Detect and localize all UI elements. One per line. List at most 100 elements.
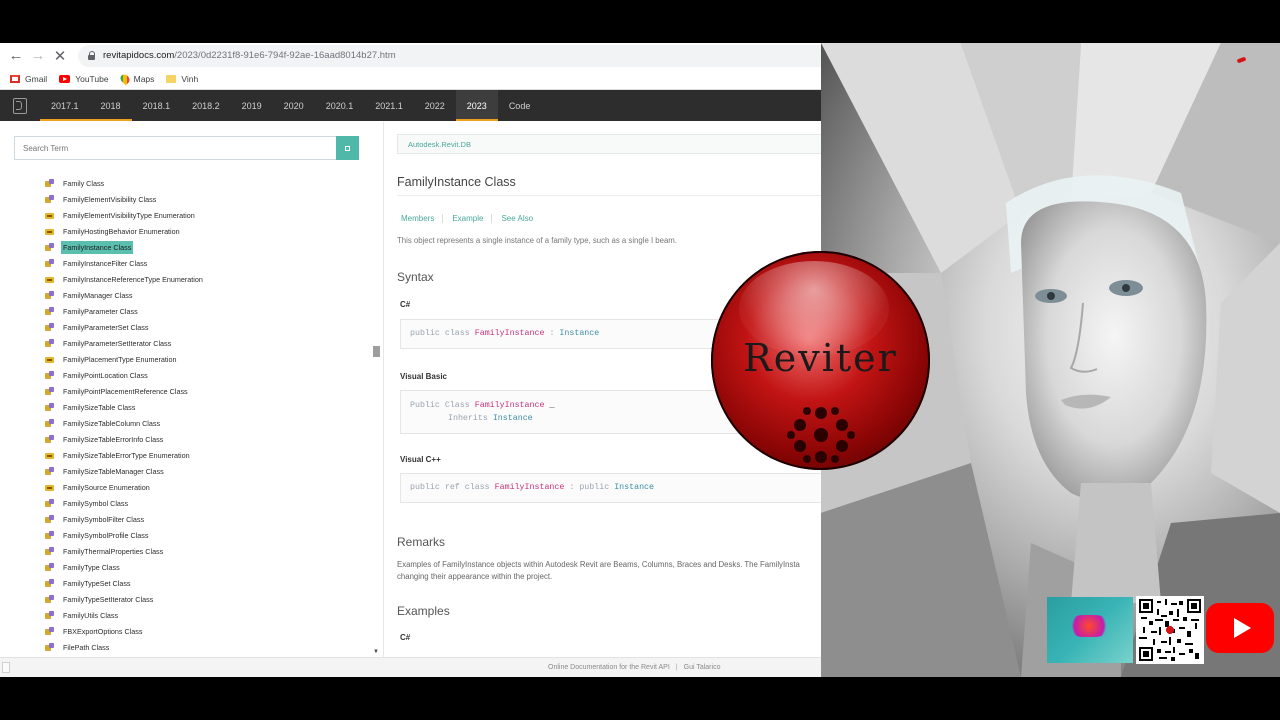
tree-item-label[interactable]: FamilyThermalProperties Class: [61, 545, 165, 558]
version-tab-2023[interactable]: 2023: [455, 90, 498, 121]
code-link[interactable]: Code: [498, 90, 542, 121]
version-tab-2018-1[interactable]: 2018.1: [132, 90, 182, 121]
tree-item-label[interactable]: FamilyParameterSetIterator Class: [61, 337, 173, 350]
tree-item-label[interactable]: FamilyParameter Class: [61, 305, 140, 318]
tree-item[interactable]: FamilyParameter Class: [45, 303, 371, 319]
tree-item-label[interactable]: FamilyTypeSet Class: [61, 577, 133, 590]
tree-item-label[interactable]: FamilyPlacementType Enumeration: [61, 353, 178, 366]
version-tab-2018-2[interactable]: 2018.2: [181, 90, 231, 121]
tree-item-label[interactable]: FamilyInstanceReferenceType Enumeration: [61, 273, 205, 286]
tree-item[interactable]: Family Class: [45, 175, 371, 191]
back-button[interactable]: ←: [6, 46, 26, 66]
tree-item[interactable]: FamilySizeTable Class: [45, 399, 371, 415]
code-base-link[interactable]: Instance: [559, 329, 599, 338]
tree-item[interactable]: FamilySymbolFilter Class: [45, 511, 371, 527]
home-link[interactable]: [0, 90, 40, 121]
tree-item[interactable]: FamilyInstanceReferenceType Enumeration: [45, 271, 371, 287]
tree-item-label[interactable]: FamilySizeTableErrorInfo Class: [61, 433, 165, 446]
tree-item[interactable]: FamilyElementVisibility Class: [45, 191, 371, 207]
tree-item-label[interactable]: FamilySizeTable Class: [61, 401, 137, 414]
tree-item-label[interactable]: FamilySymbolFilter Class: [61, 513, 146, 526]
bookmark-vinh[interactable]: Vinh: [166, 74, 198, 84]
tree-item-label[interactable]: FamilySymbol Class: [61, 497, 130, 510]
footer-author-link[interactable]: Gui Talarico: [684, 664, 721, 671]
tree-item[interactable]: FamilyTypeSetIterator Class: [45, 591, 371, 607]
tree-item-label[interactable]: FamilyTypeSetIterator Class: [61, 593, 155, 606]
tree-item-label[interactable]: FamilyInstanceFilter Class: [61, 257, 149, 270]
tab-example[interactable]: Example: [448, 214, 493, 223]
tree-item-label[interactable]: FamilyParameterSet Class: [61, 321, 150, 334]
version-tab-2017-1[interactable]: 2017.1: [40, 90, 90, 121]
version-tab-2020[interactable]: 2020: [273, 90, 315, 121]
tree-item[interactable]: FamilySizeTableErrorType Enumeration: [45, 447, 371, 463]
version-tab-2022[interactable]: 2022: [414, 90, 456, 121]
footer-text: Online Documentation for the Revit API | G…: [548, 664, 720, 671]
version-tab-2018[interactable]: 2018: [89, 90, 132, 121]
sidebar-scrollbar-thumb[interactable]: [373, 346, 380, 357]
tree-item-label[interactable]: FamilyType Class: [61, 561, 122, 574]
tree-item-label[interactable]: FamilySizeTableManager Class: [61, 465, 166, 478]
version-tab-2020-1[interactable]: 2020.1: [315, 90, 365, 121]
tree-item[interactable]: FamilySizeTableErrorInfo Class: [45, 431, 371, 447]
version-tab-2019[interactable]: 2019: [231, 90, 273, 121]
tree-item-label[interactable]: Family Class: [61, 177, 106, 190]
tree-item-label[interactable]: FamilyElementVisibilityType Enumeration: [61, 209, 197, 222]
tree-item-label[interactable]: FamilyManager Class: [61, 289, 135, 302]
tree-item-label[interactable]: FamilySource Enumeration: [61, 481, 152, 494]
tree-item[interactable]: FamilyPlacementType Enumeration: [45, 351, 371, 367]
version-label: 2023: [466, 100, 487, 111]
tree-item[interactable]: FamilySymbolProfile Class: [45, 527, 371, 543]
tree-item[interactable]: FamilySource Enumeration: [45, 479, 371, 495]
code-base-link[interactable]: Instance: [614, 483, 654, 492]
url-bar[interactable]: revitapidocs.com/2023/0d2231f8-91e6-794f…: [78, 44, 821, 67]
tree-item-label[interactable]: FamilyPointLocation Class: [61, 369, 150, 382]
tree-item[interactable]: FamilySizeTableColumn Class: [45, 415, 371, 431]
enum-icon: [45, 355, 55, 364]
tree-item[interactable]: FamilyTypeSet Class: [45, 575, 371, 591]
class-icon: [45, 578, 55, 588]
tree-item[interactable]: FamilySizeTableManager Class: [45, 463, 371, 479]
tree-item[interactable]: FamilyParameterSet Class: [45, 319, 371, 335]
tree-item[interactable]: FamilyThermalProperties Class: [45, 543, 371, 559]
tree-item-label[interactable]: FamilyInstance Class: [61, 240, 134, 254]
version-tab-2021-1[interactable]: 2021.1: [364, 90, 414, 121]
bookmark-maps[interactable]: Maps: [118, 72, 154, 85]
tree-item-label[interactable]: FBXExportOptions Class: [61, 625, 145, 638]
breadcrumb[interactable]: Autodesk.Revit.DB: [397, 134, 821, 154]
tree-item[interactable]: FamilyPointPlacementReference Class: [45, 383, 371, 399]
tree-item-label[interactable]: FamilyHostingBehavior Enumeration: [61, 225, 182, 238]
tree-item-label[interactable]: FamilySymbolProfile Class: [61, 529, 150, 542]
code-base-link[interactable]: Instance: [493, 414, 533, 423]
forward-button[interactable]: →: [28, 46, 48, 66]
breadcrumb-namespace[interactable]: Autodesk.Revit.DB: [408, 140, 471, 149]
bookmark-youtube[interactable]: YouTube: [59, 74, 109, 84]
tab-see-also[interactable]: See Also: [497, 214, 541, 223]
tree-item[interactable]: FamilyManager Class: [45, 287, 371, 303]
tree-item-label[interactable]: FilePath Class: [61, 641, 111, 654]
tree-item[interactable]: FamilyType Class: [45, 559, 371, 575]
tree-item-label[interactable]: FamilyPointPlacementReference Class: [61, 385, 190, 398]
tree-item-label[interactable]: FamilySizeTableErrorType Enumeration: [61, 449, 192, 462]
search-input[interactable]: [14, 136, 336, 160]
tree-item-label[interactable]: FamilyElementVisibility Class: [61, 193, 158, 206]
class-icon: [45, 386, 55, 396]
chevron-down-icon[interactable]: ▼: [373, 649, 379, 655]
tree-item-label[interactable]: FamilyUtils Class: [61, 609, 120, 622]
tree-item[interactable]: FamilyInstanceFilter Class: [45, 255, 371, 271]
tab-members[interactable]: Members: [397, 214, 444, 223]
tree-item-label[interactable]: FamilySizeTableColumn Class: [61, 417, 162, 430]
search-button[interactable]: [336, 136, 359, 160]
bookmark-gmail[interactable]: Gmail: [10, 74, 47, 84]
tree-item[interactable]: FBXExportOptions Class: [45, 623, 371, 639]
tree-item[interactable]: FamilyUtils Class: [45, 607, 371, 623]
tree-item[interactable]: FamilyPointLocation Class: [45, 367, 371, 383]
tree-item[interactable]: FamilyParameterSetIterator Class: [45, 335, 371, 351]
youtube-logo[interactable]: [1206, 603, 1274, 653]
tree-item[interactable]: FamilyInstance Class: [45, 239, 371, 255]
tree-item[interactable]: FamilyElementVisibilityType Enumeration: [45, 207, 371, 223]
promo-thumbnail[interactable]: [1047, 597, 1133, 663]
tree-item[interactable]: FamilyHostingBehavior Enumeration: [45, 223, 371, 239]
tree-item[interactable]: FamilySymbol Class: [45, 495, 371, 511]
stop-loading-button[interactable]: ✕: [50, 46, 70, 66]
tree-item[interactable]: FilePath Class: [45, 639, 371, 655]
